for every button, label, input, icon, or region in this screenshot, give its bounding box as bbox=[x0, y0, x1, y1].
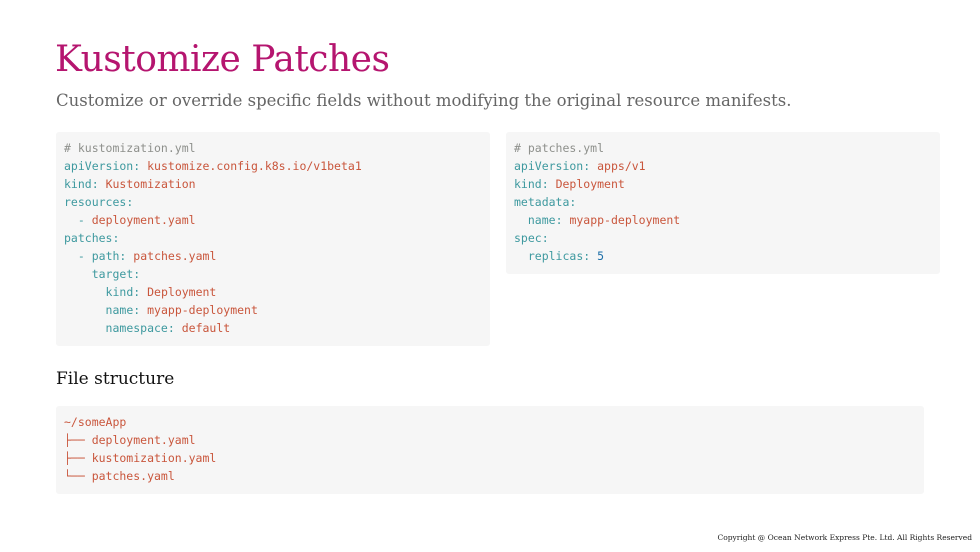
yaml-key: kind bbox=[64, 177, 92, 191]
yaml-key: resources bbox=[64, 195, 127, 209]
yaml-value: default bbox=[181, 321, 231, 335]
patches-code-block: # patches.yml apiVersion: apps/v1 kind: … bbox=[506, 132, 940, 274]
kustomization-code: # kustomization.yml apiVersion: kustomiz… bbox=[64, 139, 482, 337]
yaml-value: kustomize.config.k8s.io/v1beta1 bbox=[147, 159, 362, 173]
yaml-value: Deployment bbox=[555, 177, 625, 191]
copyright-footer: Copyright @ Ocean Network Express Pte. L… bbox=[717, 533, 972, 542]
yaml-colon: : bbox=[167, 321, 175, 335]
yaml-key: spec bbox=[514, 231, 542, 245]
yaml-key: kind bbox=[105, 285, 134, 299]
yaml-value: Deployment bbox=[147, 285, 217, 299]
kustomization-code-block: # kustomization.yml apiVersion: kustomiz… bbox=[56, 132, 490, 346]
file-tree-code-block: ~/someApp ├── deployment.yaml ├── kustom… bbox=[56, 406, 924, 494]
code-lines: apiVersion: kustomize.config.k8s.io/v1be… bbox=[64, 159, 362, 335]
yaml-value: Kustomization bbox=[105, 177, 196, 191]
yaml-colon: : bbox=[133, 285, 141, 299]
yaml-colon: : bbox=[112, 231, 120, 245]
yaml-colon: : bbox=[133, 303, 141, 317]
patches-code: # patches.yml apiVersion: apps/v1 kind: … bbox=[514, 139, 932, 265]
yaml-key: patches bbox=[64, 231, 113, 245]
file-structure-heading: File structure bbox=[56, 369, 175, 389]
file-tree: ~/someApp ├── deployment.yaml ├── kustom… bbox=[64, 413, 916, 485]
yaml-colon: : bbox=[555, 213, 563, 227]
yaml-value: myapp-deployment bbox=[569, 213, 681, 227]
yaml-key: path bbox=[91, 249, 120, 263]
code-lines: apiVersion: apps/v1 kind: Deployment met… bbox=[514, 159, 680, 263]
yaml-key: kind bbox=[514, 177, 542, 191]
yaml-colon: : bbox=[569, 195, 577, 209]
yaml-value: 5 bbox=[597, 249, 605, 263]
file-tree-line: ├── kustomization.yaml bbox=[64, 451, 217, 465]
yaml-key: name bbox=[105, 303, 134, 317]
yaml-key: apiVersion bbox=[514, 159, 584, 173]
yaml-colon: : bbox=[133, 267, 141, 281]
yaml-value: myapp-deployment bbox=[147, 303, 258, 317]
yaml-colon: : bbox=[583, 249, 591, 263]
yaml-key: namespace bbox=[105, 321, 168, 335]
file-tree-line: ├── deployment.yaml bbox=[64, 433, 196, 447]
yaml-value: patches.yaml bbox=[133, 249, 217, 263]
yaml-key: metadata bbox=[514, 195, 570, 209]
yaml-colon: : bbox=[133, 159, 141, 173]
file-tree-line: └── patches.yaml bbox=[64, 469, 175, 483]
yaml-dash: - bbox=[77, 213, 92, 227]
yaml-colon: : bbox=[541, 231, 549, 245]
code-comment: # patches.yml bbox=[514, 141, 605, 155]
file-tree-line: ~/someApp bbox=[64, 415, 127, 429]
yaml-key: apiVersion bbox=[64, 159, 134, 173]
slide-title: Kustomize Patches bbox=[55, 39, 390, 80]
yaml-key: replicas bbox=[527, 249, 584, 263]
yaml-value: deployment.yaml bbox=[91, 213, 196, 227]
yaml-key: name bbox=[527, 213, 556, 227]
yaml-dash: - bbox=[77, 249, 92, 263]
yaml-colon: : bbox=[119, 249, 127, 263]
yaml-colon: : bbox=[126, 195, 134, 209]
yaml-colon: : bbox=[541, 177, 549, 191]
yaml-colon: : bbox=[583, 159, 591, 173]
yaml-value: apps/v1 bbox=[597, 159, 646, 173]
code-comment: # kustomization.yml bbox=[64, 141, 196, 155]
slide-subtitle: Customize or override specific fields wi… bbox=[56, 91, 792, 110]
yaml-colon: : bbox=[91, 177, 99, 191]
yaml-key: target bbox=[91, 267, 134, 281]
